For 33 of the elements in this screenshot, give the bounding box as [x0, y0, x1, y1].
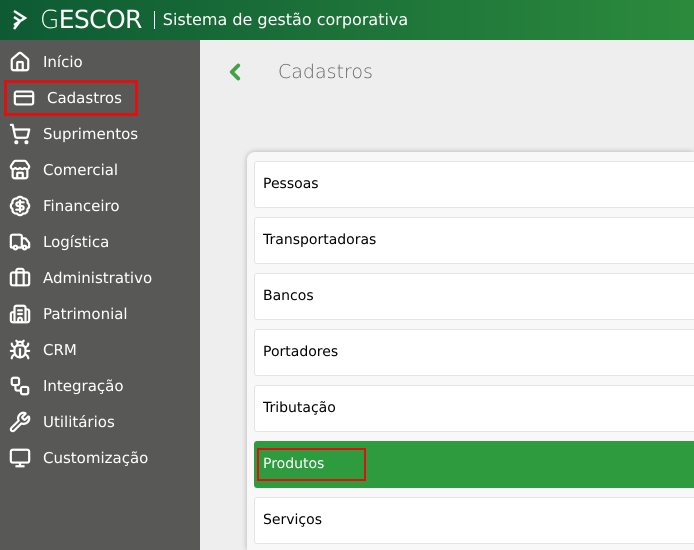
wrench-icon [9, 411, 31, 433]
sidebar-item[interactable]: CRM [0, 332, 200, 368]
nodes-icon [9, 375, 31, 397]
list-item[interactable]: Pessoas [254, 161, 694, 208]
list-item[interactable]: Serviços [254, 497, 694, 544]
list-item[interactable]: Bancos [254, 273, 694, 320]
sidebar-item[interactable]: Financeiro [0, 188, 200, 224]
sidebar-item[interactable]: Logística [0, 224, 200, 260]
list-item[interactable]: Portadores [254, 329, 694, 376]
sidebar-item[interactable]: Patrimonial [0, 296, 200, 332]
sidebar-item[interactable]: Cadastros [4, 80, 138, 116]
sidebar-item[interactable]: Início [0, 44, 200, 80]
sidebar-item[interactable]: Suprimentos [0, 116, 200, 152]
home-icon [9, 51, 31, 73]
page-title: Cadastros [278, 60, 373, 85]
truck-icon [9, 231, 31, 253]
sidebar-item[interactable]: Utilitários [0, 404, 200, 440]
list-item[interactable]: Transportadoras [254, 217, 694, 264]
sidebar-item[interactable]: Customização [0, 440, 200, 476]
sidebar-item[interactable]: Administrativo [0, 260, 200, 296]
monitor-icon [9, 447, 31, 469]
sidebar-item[interactable]: Comercial [0, 152, 200, 188]
cart-icon [9, 123, 31, 145]
briefcase-icon [9, 267, 31, 289]
sidebar-item[interactable]: Integração [0, 368, 200, 404]
logo-icon [12, 9, 28, 31]
app-logo: GESCOR [40, 4, 142, 36]
building-icon [9, 303, 31, 325]
list-item[interactable]: Tributação [254, 385, 694, 432]
list-item[interactable]: Produtos [254, 441, 694, 488]
money-icon [9, 195, 31, 217]
app-subtitle: Sistema de gestão corporativa [162, 9, 408, 31]
bug-icon [9, 339, 31, 361]
